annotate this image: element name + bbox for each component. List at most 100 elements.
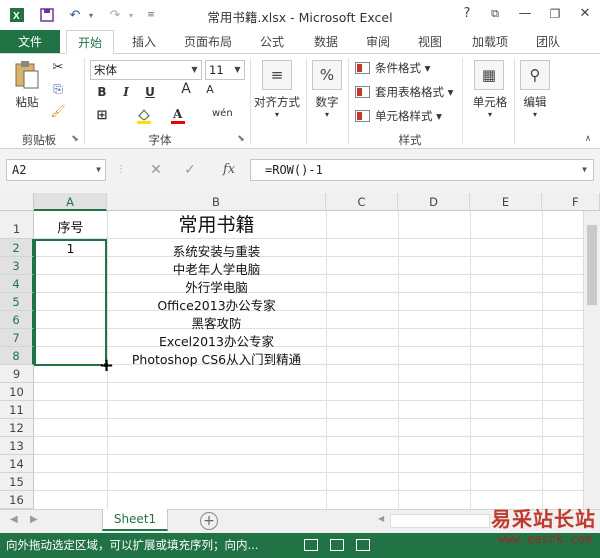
alignment-button[interactable]: 对齐方式 bbox=[252, 94, 302, 110]
tab-team[interactable]: 团队 bbox=[528, 30, 568, 54]
font-name-combo[interactable]: 宋体 ▼ bbox=[90, 60, 202, 80]
help-button[interactable]: ? bbox=[456, 4, 478, 24]
format-as-table-button[interactable]: 套用表格格式 ▾ bbox=[353, 82, 453, 102]
tab-data[interactable]: 数据 bbox=[306, 30, 346, 54]
enter-icon[interactable]: ✓ bbox=[180, 159, 200, 181]
tab-add-ins[interactable]: 加载项 bbox=[464, 30, 516, 54]
row-header-2[interactable]: 2 bbox=[0, 239, 34, 257]
underline-button[interactable]: U bbox=[140, 82, 160, 102]
column-header-a[interactable]: A bbox=[34, 193, 107, 211]
row-header-4[interactable]: 4 bbox=[0, 275, 34, 293]
row-header-9[interactable]: 9 bbox=[0, 365, 34, 383]
column-header-c[interactable]: C bbox=[326, 193, 398, 211]
row-header-3[interactable]: 3 bbox=[0, 257, 34, 275]
row-header-7[interactable]: 7 bbox=[0, 329, 34, 347]
row-header-16[interactable]: 16 bbox=[0, 491, 34, 509]
vertical-scroll-thumb[interactable] bbox=[587, 225, 597, 305]
cells-button[interactable]: 单元格 bbox=[466, 94, 514, 110]
borders-icon[interactable]: ⊞ bbox=[92, 106, 112, 126]
clipboard-launcher-icon[interactable]: ⬊ bbox=[70, 134, 80, 144]
cell-b4[interactable]: 外行学电脑 bbox=[107, 277, 326, 296]
cell-b6[interactable]: 黑客攻防 bbox=[107, 313, 326, 332]
selection-range[interactable] bbox=[34, 239, 109, 368]
cut-icon[interactable]: ✂ bbox=[50, 60, 66, 75]
row-header-12[interactable]: 12 bbox=[0, 419, 34, 437]
binoculars-icon[interactable]: ⚲ bbox=[520, 60, 550, 90]
excel-window: X ↶ ▾ ↷ ▾ ≡ 常用书籍.xlsx - Microsoft Excel … bbox=[0, 0, 600, 558]
row-header-11[interactable]: 11 bbox=[0, 401, 34, 419]
decrease-font-icon[interactable]: A bbox=[200, 83, 220, 96]
expand-formula-icon[interactable]: ▼ bbox=[582, 160, 587, 180]
vertical-scrollbar[interactable] bbox=[583, 211, 600, 509]
tab-formulas[interactable]: 公式 bbox=[252, 30, 292, 54]
horizontal-scrollbar[interactable] bbox=[390, 514, 490, 528]
cell-b8[interactable]: Photoshop CS6从入门到精通 bbox=[107, 349, 326, 368]
sheet-tab-sheet1[interactable]: Sheet1 bbox=[102, 509, 168, 531]
tab-view[interactable]: 视图 bbox=[410, 30, 450, 54]
row-header-5[interactable]: 5 bbox=[0, 293, 34, 311]
row-header-13[interactable]: 13 bbox=[0, 437, 34, 455]
font-size-combo[interactable]: 11 ▼ bbox=[205, 60, 245, 80]
cell-styles-button[interactable]: 单元格样式 ▾ bbox=[353, 106, 442, 126]
cells-icon[interactable]: ▦ bbox=[474, 60, 504, 90]
window-title: 常用书籍.xlsx - Microsoft Excel bbox=[207, 10, 393, 25]
paste-icon[interactable] bbox=[12, 60, 42, 90]
tab-home[interactable]: 开始 bbox=[66, 30, 114, 54]
tab-review[interactable]: 审阅 bbox=[358, 30, 398, 54]
row-header-8[interactable]: 8 bbox=[0, 347, 34, 365]
normal-view-icon[interactable] bbox=[304, 539, 318, 551]
italic-button[interactable]: I bbox=[116, 82, 136, 102]
column-header-b[interactable]: B bbox=[107, 193, 326, 211]
number-button[interactable]: 数字 bbox=[308, 94, 346, 110]
bold-button[interactable]: B bbox=[92, 82, 112, 102]
add-sheet-button[interactable]: + bbox=[200, 512, 218, 530]
ribbon-separator bbox=[306, 58, 307, 144]
scroll-left-icon[interactable]: ◀ bbox=[378, 514, 384, 523]
cell-b2[interactable]: 系统安装与重装 bbox=[107, 241, 326, 260]
collapse-ribbon-icon[interactable]: ∧ bbox=[582, 134, 594, 144]
cancel-icon[interactable]: ✕ bbox=[146, 159, 166, 181]
cell-b5[interactable]: Office2013办公专家 bbox=[107, 295, 326, 314]
drag-handle-icon[interactable]: ⋮ bbox=[116, 159, 126, 181]
font-launcher-icon[interactable]: ⬊ bbox=[236, 134, 246, 144]
row-header-6[interactable]: 6 bbox=[0, 311, 34, 329]
cell-b1[interactable]: 常用书籍 bbox=[107, 211, 326, 239]
column-header-e[interactable]: E bbox=[470, 193, 542, 211]
row-header-10[interactable]: 10 bbox=[0, 383, 34, 401]
paste-button[interactable]: 粘贴 bbox=[10, 94, 44, 110]
cell-b7[interactable]: Excel2013办公专家 bbox=[107, 331, 326, 350]
scroll-sheets-left-icon[interactable]: ◀ bbox=[10, 514, 18, 525]
copy-icon[interactable]: ⎘ bbox=[50, 82, 66, 97]
scroll-sheets-right-icon[interactable]: ▶ bbox=[30, 514, 38, 525]
tab-insert[interactable]: 插入 bbox=[124, 30, 164, 54]
select-all-corner[interactable] bbox=[0, 193, 34, 211]
column-header-f[interactable]: F bbox=[542, 193, 600, 211]
cell-a1[interactable]: 序号 bbox=[34, 217, 107, 236]
editing-button[interactable]: 编辑 bbox=[516, 94, 554, 110]
ribbon-display-options-button[interactable]: ⧉ bbox=[484, 4, 506, 24]
format-painter-icon[interactable]: 🖌 bbox=[50, 104, 66, 118]
percent-icon[interactable]: % bbox=[312, 60, 342, 90]
alignment-icon[interactable]: ≡ bbox=[262, 60, 292, 90]
restore-button[interactable]: ❐ bbox=[544, 4, 566, 24]
close-button[interactable]: ✕ bbox=[574, 4, 596, 24]
cell-b3[interactable]: 中老年人学电脑 bbox=[107, 259, 326, 278]
font-color-icon[interactable]: A bbox=[168, 106, 188, 126]
conditional-format-button[interactable]: 条件格式 ▾ bbox=[353, 58, 430, 78]
worksheet-grid[interactable]: A B C D E F 1 2 3 4 5 6 7 8 9 10 11 12 1… bbox=[0, 193, 600, 509]
tab-page-layout[interactable]: 页面布局 bbox=[178, 30, 238, 54]
minimize-button[interactable]: — bbox=[514, 4, 536, 24]
page-layout-view-icon[interactable] bbox=[330, 539, 344, 551]
row-header-14[interactable]: 14 bbox=[0, 455, 34, 473]
name-box[interactable]: A2 ▼ bbox=[6, 159, 106, 181]
phonetic-guide-icon[interactable]: wén bbox=[212, 104, 233, 124]
formula-input[interactable]: =ROW()-1 ▼ bbox=[250, 159, 594, 181]
row-header-15[interactable]: 15 bbox=[0, 473, 34, 491]
increase-font-icon[interactable]: A bbox=[176, 81, 196, 97]
column-header-d[interactable]: D bbox=[398, 193, 470, 211]
tab-file[interactable]: 文件 bbox=[0, 30, 60, 54]
insert-function-icon[interactable]: fx bbox=[218, 159, 240, 181]
fill-color-icon[interactable] bbox=[134, 106, 154, 126]
page-break-view-icon[interactable] bbox=[356, 539, 370, 551]
row-header-1[interactable]: 1 bbox=[0, 211, 34, 239]
